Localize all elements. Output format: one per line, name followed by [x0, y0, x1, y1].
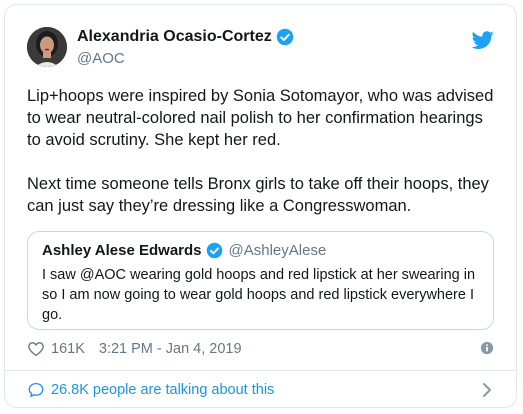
quoted-author-name: Ashley Alese Edwards [42, 242, 202, 259]
conversation-label[interactable]: 26.8K people are talking about this [51, 382, 274, 398]
author-name[interactable]: Alexandria Ocasio-Cortez [77, 28, 272, 46]
speech-bubble-icon [28, 382, 44, 398]
quoted-tweet-text: I saw @AOC wearing gold hoops and red li… [42, 267, 476, 323]
chevron-right-icon[interactable] [480, 382, 494, 398]
tweet-timestamp[interactable]: 3:21 PM - Jan 4, 2019 [99, 341, 242, 357]
tweet-header: Alexandria Ocasio-Cortez @AOC [27, 27, 494, 71]
bird-icon[interactable] [472, 29, 494, 51]
tweet-card[interactable]: Alexandria Ocasio-Cortez @AOC Lip+hoops … [4, 4, 517, 408]
heart-icon[interactable] [27, 340, 45, 358]
author-handle[interactable]: @AOC [77, 50, 294, 67]
verified-badge-icon [206, 242, 222, 259]
avatar[interactable] [27, 27, 67, 67]
tweet-paragraph: Lip+hoops were inspired by Sonia Sotomay… [27, 87, 494, 149]
tweet-text: Lip+hoops were inspired by Sonia Sotomay… [27, 85, 498, 217]
divider [5, 370, 516, 371]
verified-badge-icon [276, 28, 293, 46]
tweet-paragraph: Next time someone tells Bronx girls to t… [27, 175, 489, 215]
tweet-meta: 161K 3:21 PM - Jan 4, 2019 [27, 338, 494, 360]
like-count[interactable]: 161K [51, 341, 85, 357]
info-icon[interactable] [480, 341, 494, 355]
quoted-author-handle: @AshleyAlese [228, 242, 327, 259]
quoted-tweet[interactable]: Ashley Alese Edwards @AshleyAlese I saw … [27, 231, 494, 330]
conversation-link[interactable]: 26.8K people are talking about this [27, 379, 494, 401]
